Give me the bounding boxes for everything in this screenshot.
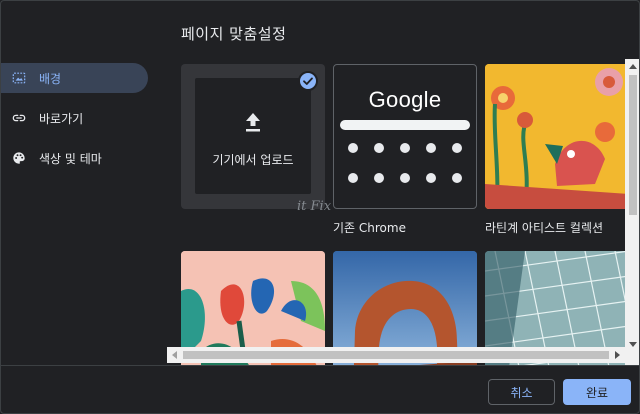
latinx-collection-caption: 라틴계 아티스트 컬렉션 xyxy=(485,221,604,235)
background-icon xyxy=(11,70,27,86)
shortcut-dot xyxy=(348,173,358,183)
upload-icon xyxy=(243,111,263,137)
google-logo-text: Google xyxy=(368,87,442,112)
selected-check-icon xyxy=(298,71,318,91)
upload-from-device-tile[interactable]: 기기에서 업로드 xyxy=(181,64,325,209)
shortcut-dot xyxy=(400,173,410,183)
upload-tile-inner: 기기에서 업로드 xyxy=(195,78,311,194)
scroll-right-arrow-icon[interactable] xyxy=(615,351,620,359)
scroll-up-arrow-icon[interactable] xyxy=(629,64,637,69)
customize-dialog: 페이지 맞춤설정 배경 바로가기 색상 및 테마 기기에서 업로드 Google… xyxy=(0,0,640,414)
sidebar-item-background[interactable]: 배경 xyxy=(1,63,148,93)
shortcut-dot xyxy=(348,143,358,153)
sidebar-item-label: 바로가기 xyxy=(39,111,84,126)
shortcut-dot xyxy=(452,173,462,183)
sidebar-item-label: 색상 및 테마 xyxy=(39,151,102,166)
shortcut-dot xyxy=(452,143,462,153)
latinx-art-image xyxy=(485,64,629,209)
footer-divider xyxy=(1,365,639,366)
scroll-down-arrow-icon[interactable] xyxy=(629,342,637,347)
horizontal-scroll-thumb[interactable] xyxy=(183,351,609,359)
link-icon xyxy=(11,110,27,126)
searchbar-preview xyxy=(340,120,470,130)
scroll-left-arrow-icon[interactable] xyxy=(172,351,177,359)
dialog-title: 페이지 맞춤설정 xyxy=(181,25,287,43)
horizontal-scrollbar[interactable] xyxy=(167,347,625,363)
shortcut-dot xyxy=(374,143,384,153)
shortcut-dot xyxy=(374,173,384,183)
latinx-artist-collection-tile[interactable] xyxy=(485,64,629,209)
sidebar-item-shortcuts[interactable]: 바로가기 xyxy=(1,103,148,133)
palette-icon xyxy=(11,150,27,166)
done-button[interactable]: 완료 xyxy=(563,379,631,405)
sidebar-item-label: 배경 xyxy=(39,71,62,86)
background-grid: 기기에서 업로드 Google 기존 Chrome 라틴계 아티스트 컬렉션 i… xyxy=(167,59,639,365)
shortcut-dot xyxy=(426,173,436,183)
sidebar-item-color-theme[interactable]: 색상 및 테마 xyxy=(1,143,148,173)
upload-label: 기기에서 업로드 xyxy=(212,152,294,167)
vertical-scroll-thumb[interactable] xyxy=(629,75,637,215)
classic-chrome-caption: 기존 Chrome xyxy=(333,221,406,235)
shortcut-dot xyxy=(400,143,410,153)
classic-chrome-tile[interactable]: Google xyxy=(333,64,477,209)
cancel-button[interactable]: 취소 xyxy=(488,379,555,405)
sidebar: 배경 바로가기 색상 및 테마 xyxy=(1,59,161,183)
watermark-text: it Fix xyxy=(297,199,332,214)
shortcut-dot xyxy=(426,143,436,153)
vertical-scrollbar[interactable] xyxy=(625,59,639,365)
